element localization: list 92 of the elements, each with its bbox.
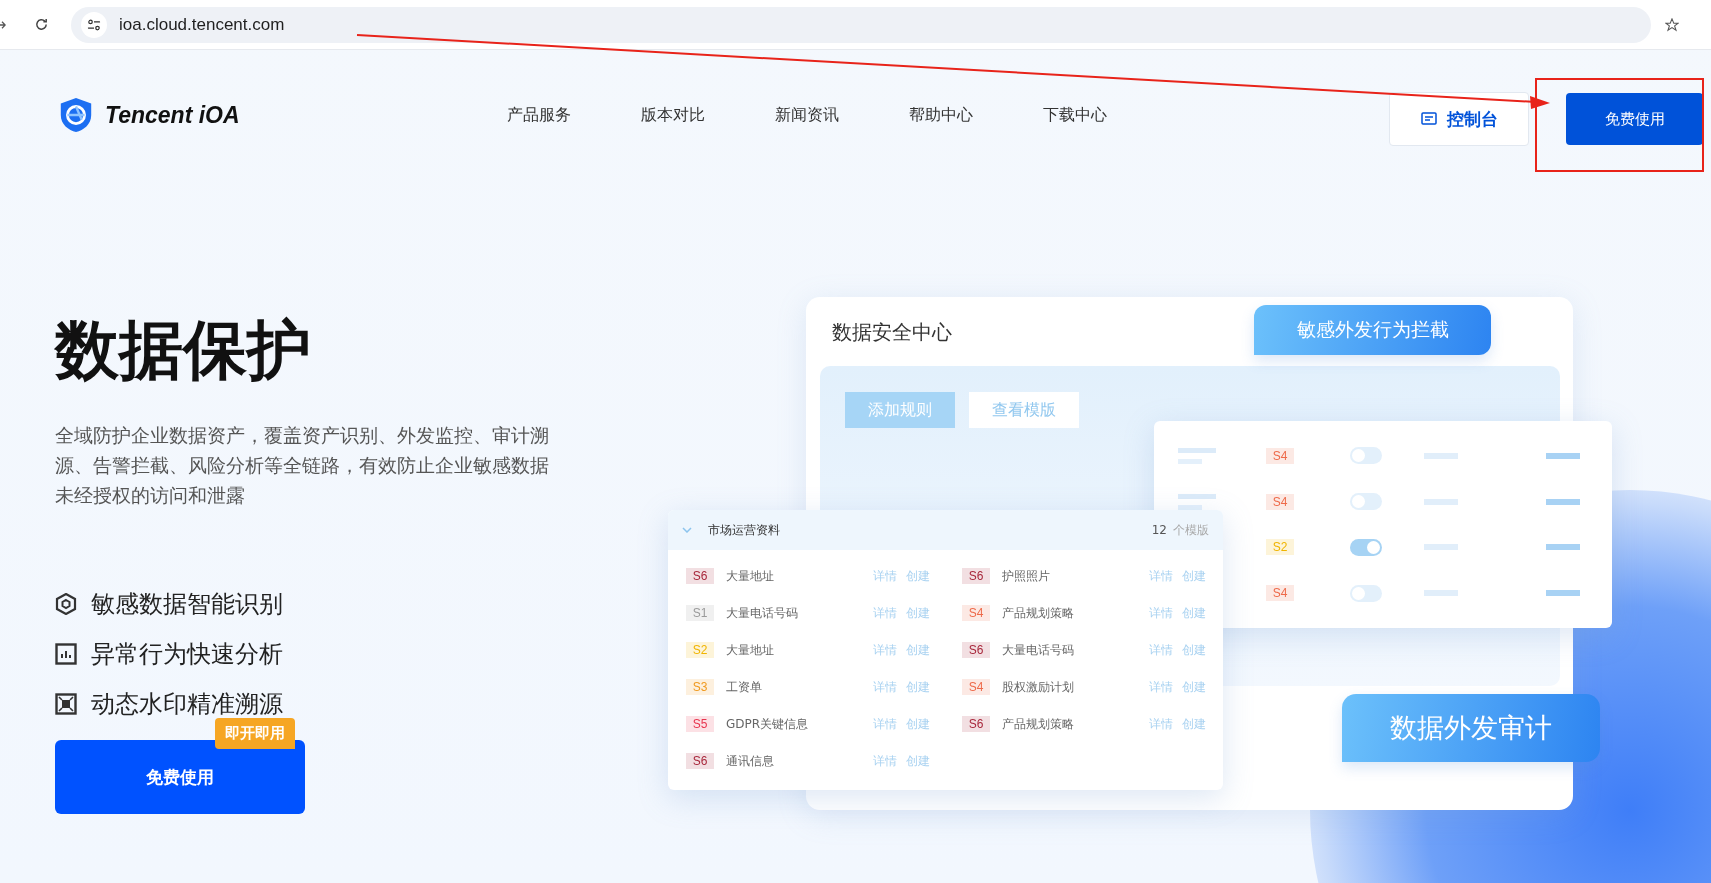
nav-link[interactable]: 新闻资讯 (775, 104, 839, 126)
level-tag: S6 (962, 568, 990, 584)
template-name: 产品规划策略 (1002, 604, 1075, 622)
template-name: 大量电话号码 (726, 604, 799, 622)
text-placeholder-drawing (1178, 445, 1216, 466)
link-placeholder-drawing (1546, 544, 1580, 551)
free-trial-button[interactable]: 免费使用 (55, 740, 305, 814)
details-link[interactable]: 详情 (873, 752, 897, 770)
logo-text[interactable]: Tencent iOA (105, 101, 240, 129)
promo-badge: 即开即用 (215, 718, 295, 749)
template-name: GDPR关键信息 (726, 715, 810, 733)
create-link[interactable]: 创建 (906, 678, 930, 696)
level-tag: S2 (1266, 539, 1294, 556)
hexagon-icon (55, 593, 77, 615)
template-count: 12 (1151, 523, 1167, 537)
group-name: 市场运营资料 (708, 521, 780, 539)
hero-title: 数据保护 (55, 312, 312, 389)
create-link[interactable]: 创建 (906, 752, 930, 770)
toggle-switch[interactable] (1350, 493, 1382, 511)
create-link[interactable]: 创建 (906, 604, 930, 622)
dashboard-title: 数据安全中心 (832, 319, 952, 346)
details-link[interactable]: 详情 (1149, 678, 1173, 696)
details-link[interactable]: 详情 (873, 641, 897, 659)
nav-link[interactable]: 下载中心 (1043, 104, 1107, 126)
text-placeholder-drawing (1424, 544, 1458, 551)
level-tag: S3 (686, 679, 714, 695)
create-link[interactable]: 创建 (1182, 567, 1206, 585)
toggle-switch[interactable] (1350, 447, 1382, 465)
rule-button[interactable]: 查看模版 (969, 392, 1079, 428)
details-link[interactable]: 详情 (873, 604, 897, 622)
create-link[interactable]: 创建 (906, 567, 930, 585)
create-link[interactable]: 创建 (1182, 641, 1206, 659)
feature-label: 动态水印精准溯源 (91, 689, 283, 720)
level-tag: S6 (962, 716, 990, 732)
level-tag: S4 (1266, 447, 1294, 464)
count-unit: 个模版 (1173, 521, 1209, 539)
details-link[interactable]: 详情 (1149, 567, 1173, 585)
template-name: 股权激励计划 (1002, 678, 1075, 696)
feature-label: 异常行为快速分析 (91, 639, 283, 670)
text-placeholder-drawing (1424, 590, 1458, 597)
link-placeholder-drawing (1546, 498, 1580, 505)
level-tag: S6 (962, 642, 990, 658)
link-placeholder-drawing (1546, 452, 1580, 459)
level-tag: S2 (686, 642, 714, 658)
create-link[interactable]: 创建 (1182, 715, 1206, 733)
level-tag: S6 (686, 753, 714, 769)
level-tag: S4 (1266, 585, 1294, 602)
level-tag: S4 (962, 605, 990, 621)
create-link[interactable]: 创建 (1182, 678, 1206, 696)
level-tag: S1 (686, 605, 714, 621)
level-tag: S4 (1266, 493, 1294, 510)
details-link[interactable]: 详情 (873, 567, 897, 585)
callout-label: 敏感外发行为拦截 (1254, 305, 1491, 355)
level-tag: S5 (686, 716, 714, 732)
details-link[interactable]: 详情 (1149, 604, 1173, 622)
level-tag: S6 (686, 568, 714, 584)
template-name: 产品规划策略 (1002, 715, 1075, 733)
template-name: 大量地址 (726, 567, 775, 585)
hero-description: 全域防护企业数据资产，覆盖资产识别、外发监控、审计溯源、告警拦截、风险分析等全链路，有效防止企业敏感数据未经授权的访问和泄露 (55, 423, 550, 508)
level-tag: S4 (962, 679, 990, 695)
details-link[interactable]: 详情 (1149, 641, 1173, 659)
toggle-switch[interactable] (1350, 584, 1382, 602)
dashboard-icon (1420, 111, 1437, 127)
details-link[interactable]: 详情 (873, 678, 897, 696)
template-name: 护照照片 (1002, 567, 1051, 585)
nav-link[interactable]: 版本对比 (641, 104, 705, 126)
create-link[interactable]: 创建 (906, 641, 930, 659)
details-link[interactable]: 详情 (873, 715, 897, 733)
text-placeholder-drawing (1424, 498, 1458, 505)
address-bar[interactable]: ioa.cloud.tencent.com (71, 6, 1651, 43)
focus-frame-icon (55, 693, 77, 715)
link-placeholder-drawing (1546, 590, 1580, 597)
rule-button[interactable]: 添加规则 (845, 392, 955, 428)
reload-icon[interactable] (34, 17, 49, 32)
nav-link[interactable]: 帮助中心 (909, 104, 973, 126)
template-name: 大量电话号码 (1002, 641, 1075, 659)
create-link[interactable]: 创建 (1182, 604, 1206, 622)
nav-link[interactable]: 产品服务 (507, 104, 571, 126)
details-link[interactable]: 详情 (1149, 715, 1173, 733)
template-name: 大量地址 (726, 641, 775, 659)
callout-label: 数据外发审计 (1342, 694, 1600, 762)
bar-chart-icon (55, 643, 77, 665)
create-link[interactable]: 创建 (906, 715, 930, 733)
template-name: 工资单 (726, 678, 763, 696)
bookmark-star-icon[interactable] (1665, 17, 1679, 32)
text-placeholder-drawing (1424, 452, 1458, 459)
console-button[interactable]: 控制台 (1389, 92, 1529, 146)
site-settings-icon[interactable] (81, 11, 107, 38)
toggle-switch[interactable] (1350, 538, 1382, 556)
template-name: 通讯信息 (726, 752, 775, 770)
free-trial-button[interactable]: 免费使用 (1566, 93, 1703, 145)
feature-label: 敏感数据智能识别 (91, 589, 283, 620)
